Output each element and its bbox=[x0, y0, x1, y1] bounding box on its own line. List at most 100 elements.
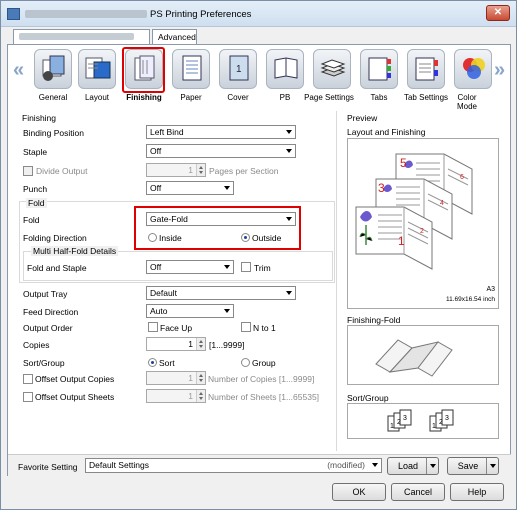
copies-spinner[interactable]: 1 bbox=[146, 337, 206, 351]
page-number-2: 2 bbox=[420, 228, 424, 235]
divide-output-value: 1 bbox=[188, 165, 193, 175]
page-number-3: 3 bbox=[378, 181, 385, 195]
title-bar: PS Printing Preferences ✕ bbox=[1, 1, 516, 27]
layout-preview-box: 5 6 3 4 1 2 A3 11.69x16.54 inch bbox=[347, 138, 499, 309]
set1-sheet-1: 1 bbox=[390, 423, 394, 430]
printer-name-redacted bbox=[25, 10, 147, 18]
fold-and-staple-select[interactable]: Off bbox=[146, 260, 234, 274]
offset-output-sheets-checkbox[interactable] bbox=[23, 392, 33, 402]
preview-sheet-1-2 bbox=[355, 206, 433, 270]
tab-printer-name[interactable] bbox=[13, 29, 150, 44]
layout-icon bbox=[85, 57, 111, 79]
printer-icon bbox=[7, 8, 20, 20]
offset-output-copies-label: Offset Output Copies bbox=[35, 374, 115, 384]
spinner-arrows-icon[interactable] bbox=[196, 338, 205, 350]
general-button[interactable] bbox=[34, 49, 72, 89]
trim-checkbox[interactable] bbox=[241, 262, 251, 272]
offset-copies-hint: Number of Copies [1...9999] bbox=[208, 374, 315, 384]
offset-output-sheets-label: Offset Output Sheets bbox=[35, 392, 115, 402]
divide-output-label: Divide Output bbox=[36, 166, 88, 176]
paper-button[interactable] bbox=[172, 49, 210, 89]
binding-position-select[interactable]: Left Bind bbox=[146, 125, 296, 139]
page-settings-button[interactable] bbox=[313, 49, 351, 89]
svg-text:1: 1 bbox=[236, 64, 242, 75]
tab-advanced[interactable]: Advanced bbox=[152, 29, 197, 44]
page-number-5: 5 bbox=[400, 156, 407, 170]
n-to-1-checkbox[interactable] bbox=[241, 322, 251, 332]
save-label: Save bbox=[457, 461, 479, 471]
offset-copies-spinner[interactable]: 1 bbox=[146, 371, 206, 385]
color-mode-icon bbox=[463, 58, 485, 79]
preview-title: Preview bbox=[347, 113, 378, 123]
staple-select[interactable]: Off bbox=[146, 144, 296, 158]
binding-position-value: Left Bind bbox=[150, 127, 184, 137]
favorite-setting-value: Default Settings bbox=[89, 460, 150, 470]
finishing-fold-label: Finishing-Fold bbox=[347, 315, 401, 325]
offset-sheets-hint: Number of Sheets [1...65535] bbox=[208, 392, 320, 402]
spinner-arrows-icon[interactable] bbox=[196, 164, 205, 176]
chevron-down-icon bbox=[224, 186, 230, 190]
trim-label: Trim bbox=[254, 263, 271, 273]
save-button[interactable]: Save bbox=[447, 457, 499, 475]
fold-label: Fold bbox=[23, 215, 40, 225]
sort-group-preview-label: Sort/Group bbox=[347, 393, 389, 403]
tab-label-redacted bbox=[19, 33, 134, 40]
chevron-down-icon bbox=[286, 130, 292, 134]
layout-button[interactable] bbox=[78, 49, 116, 89]
general-icon bbox=[42, 55, 65, 81]
spinner-arrows-icon[interactable] bbox=[196, 372, 205, 384]
feed-direction-select[interactable]: Auto bbox=[146, 304, 234, 318]
favorite-setting-label: Favorite Setting bbox=[18, 462, 78, 472]
scroll-right-icon[interactable]: » bbox=[494, 59, 505, 82]
tabs-button[interactable] bbox=[360, 49, 398, 89]
divide-output-checkbox[interactable] bbox=[23, 166, 33, 176]
tab-settings-icon bbox=[415, 57, 438, 81]
offset-sheets-spinner[interactable]: 1 bbox=[146, 389, 206, 403]
n-to-1-label: N to 1 bbox=[253, 323, 276, 333]
help-button[interactable]: Help bbox=[450, 483, 504, 501]
set1-sheet-2: 2 bbox=[397, 419, 401, 426]
pb-button[interactable] bbox=[266, 49, 304, 89]
staple-label: Staple bbox=[23, 147, 48, 157]
staple-value: Off bbox=[150, 146, 162, 156]
sort-sheets-icon: 1 2 3 1 2 3 bbox=[387, 409, 454, 432]
tabs-icon bbox=[368, 57, 391, 81]
printing-preferences-window: PS Printing Preferences ✕ Advanced « » 1 bbox=[0, 0, 517, 510]
page-settings-icon bbox=[320, 59, 346, 77]
cancel-button[interactable]: Cancel bbox=[391, 483, 445, 501]
group-radio[interactable] bbox=[241, 358, 250, 367]
chevron-down-icon bbox=[224, 309, 230, 313]
spinner-arrows-icon[interactable] bbox=[196, 390, 205, 402]
output-tray-select[interactable]: Default bbox=[146, 286, 296, 300]
sort-preview-box: 1 2 3 1 2 3 bbox=[347, 403, 499, 439]
cover-button[interactable]: 1 bbox=[219, 49, 257, 89]
feed-direction-label: Feed Direction bbox=[23, 307, 79, 317]
close-button[interactable]: ✕ bbox=[486, 5, 510, 21]
punch-label: Punch bbox=[23, 184, 48, 194]
paper-size-label: A3 bbox=[486, 286, 495, 293]
ok-button[interactable]: OK bbox=[332, 483, 386, 501]
offset-sheets-value: 1 bbox=[188, 391, 193, 401]
layout-preview-image: 5 6 3 4 1 2 bbox=[355, 153, 473, 270]
sort-radio[interactable] bbox=[148, 358, 157, 367]
set2-sheet-1: 1 bbox=[432, 423, 436, 430]
page-number-6: 6 bbox=[460, 174, 464, 181]
chevron-down-icon bbox=[286, 149, 292, 153]
load-button[interactable]: Load bbox=[387, 457, 439, 475]
color-mode-button[interactable] bbox=[454, 49, 492, 89]
scroll-left-icon[interactable]: « bbox=[13, 59, 24, 82]
divide-output-spinner[interactable]: 1 bbox=[146, 163, 206, 177]
offset-output-copies-checkbox[interactable] bbox=[23, 374, 33, 384]
layout-finishing-label: Layout and Finishing bbox=[347, 127, 426, 137]
favorite-setting-select[interactable]: Default Settings (modified) bbox=[85, 458, 382, 473]
tab-settings-button[interactable] bbox=[407, 49, 445, 89]
fold-and-staple-value: Off bbox=[150, 262, 162, 272]
face-up-checkbox[interactable] bbox=[148, 322, 158, 332]
punch-select[interactable]: Off bbox=[146, 181, 234, 195]
paper-icon bbox=[182, 55, 202, 81]
output-tray-value: Default bbox=[150, 288, 177, 298]
copies-range-label: [1...9999] bbox=[209, 340, 245, 350]
chevron-down-icon[interactable] bbox=[426, 458, 438, 474]
chevron-down-icon[interactable] bbox=[486, 458, 498, 474]
page-number-4: 4 bbox=[440, 200, 444, 207]
